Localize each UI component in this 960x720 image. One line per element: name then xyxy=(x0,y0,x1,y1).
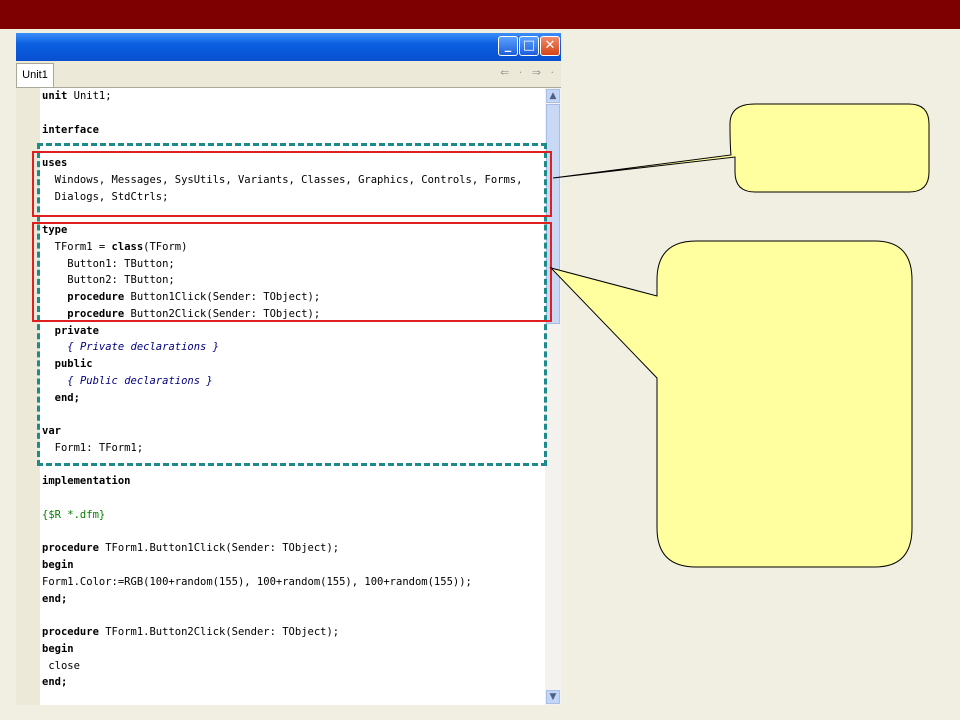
callout-type xyxy=(549,240,913,568)
callout-uses xyxy=(552,103,930,193)
callouts-layer xyxy=(549,103,930,568)
